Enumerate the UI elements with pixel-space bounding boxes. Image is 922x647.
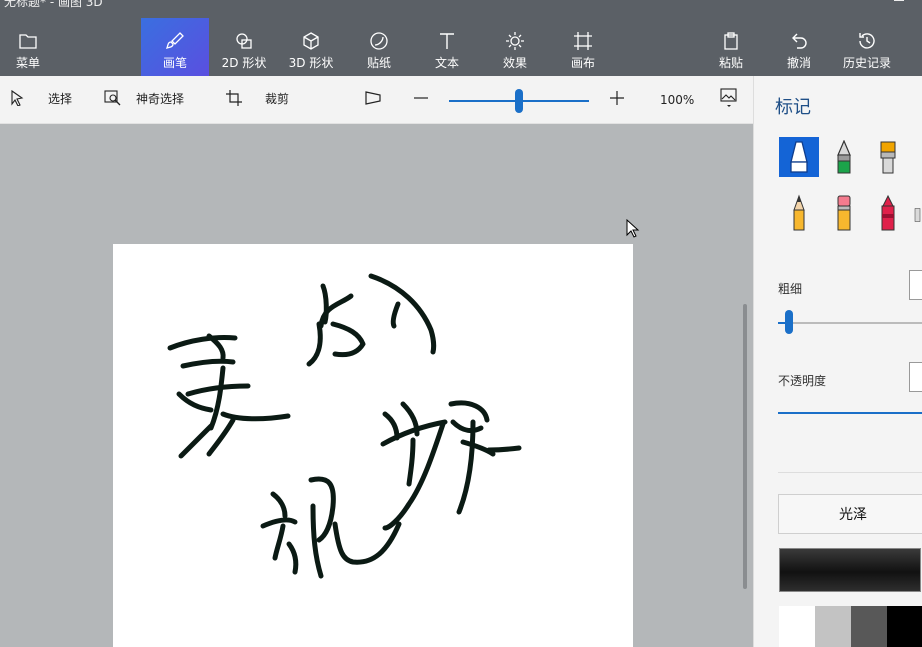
history-button[interactable]: 历史记录 xyxy=(838,18,896,76)
undo-button[interactable]: 撤消 xyxy=(774,18,824,76)
canvas-tab[interactable]: 画布 xyxy=(556,18,610,76)
zoom-value: 100% xyxy=(660,93,695,107)
image-view-button[interactable] xyxy=(720,88,752,107)
color-swatch-black[interactable] xyxy=(887,606,922,647)
handwriting-strokes xyxy=(167,273,522,579)
thickness-slider-thumb[interactable] xyxy=(785,310,793,334)
vertical-scrollbar[interactable] xyxy=(743,304,747,589)
3d-shapes-tab[interactable]: 3D 形状 xyxy=(280,18,342,76)
zoom-in-button[interactable] xyxy=(608,89,640,107)
magic-select-button[interactable]: 神奇选择 xyxy=(104,89,184,107)
cube-icon xyxy=(300,30,322,52)
minus-icon xyxy=(412,89,430,107)
canvas-label: 画布 xyxy=(570,56,595,70)
undo-label: 撤消 xyxy=(786,56,811,70)
undo-icon xyxy=(788,30,810,52)
marker-tool[interactable] xyxy=(779,137,819,177)
drawing-canvas[interactable] xyxy=(113,244,633,647)
color-swatch-light-gray[interactable] xyxy=(815,606,851,647)
pencil-icon xyxy=(793,194,805,231)
pixel-pen-icon xyxy=(914,208,921,222)
eraser-icon xyxy=(837,195,851,231)
brush-icon xyxy=(164,30,186,52)
clipboard-icon xyxy=(720,30,742,52)
2d-shapes-label: 2D 形状 xyxy=(221,56,267,70)
history-label: 历史记录 xyxy=(842,56,891,70)
opacity-label: 不透明度 xyxy=(778,374,827,388)
window-title: 无标题* - 画图 3D xyxy=(4,0,103,9)
3d-shapes-label: 3D 形状 xyxy=(288,56,334,70)
pointer-icon xyxy=(8,89,26,107)
pencil-tool[interactable] xyxy=(779,193,819,233)
stickers-tab[interactable]: 贴纸 xyxy=(350,18,408,76)
calligraphy-pen-icon xyxy=(837,140,851,174)
brush-panel: 标记 粗细 不透明度 光泽 xyxy=(753,76,922,647)
effects-tab[interactable]: 效果 xyxy=(488,18,542,76)
view-3d-button[interactable] xyxy=(364,89,396,107)
sticker-icon xyxy=(368,30,390,52)
ribbon: 无标题* - 画图 3D 菜单 画笔 2D 形状 3D 形状 贴纸 文本 效果 … xyxy=(0,0,922,76)
color-swatch-dark-gray[interactable] xyxy=(851,606,887,647)
oil-brush-icon xyxy=(880,141,896,174)
history-icon xyxy=(856,30,878,52)
calligraphy-pen-tool[interactable] xyxy=(824,137,864,177)
oil-brush-tool[interactable] xyxy=(868,137,908,177)
crop-button[interactable]: 裁剪 xyxy=(225,89,289,107)
crayon-icon xyxy=(881,194,895,231)
select-button[interactable]: 选择 xyxy=(8,89,72,107)
minimize-icon[interactable] xyxy=(894,0,904,1)
2d-shapes-icon xyxy=(233,30,255,52)
plus-icon xyxy=(608,89,626,107)
more-tool-partial[interactable] xyxy=(912,193,922,233)
workspace xyxy=(0,124,753,647)
crop-label: 裁剪 xyxy=(265,91,290,106)
mouse-cursor-icon xyxy=(626,218,640,243)
eraser-tool[interactable] xyxy=(824,193,864,233)
2d-shapes-tab[interactable]: 2D 形状 xyxy=(212,18,276,76)
text-tab[interactable]: 文本 xyxy=(420,18,474,76)
crop-icon xyxy=(225,89,243,107)
panel-title: 标记 xyxy=(775,97,811,118)
panel-divider xyxy=(778,472,922,473)
menu-label: 菜单 xyxy=(15,56,40,70)
image-icon xyxy=(720,88,738,107)
finish-button[interactable]: 光泽 xyxy=(778,494,922,534)
thickness-label: 粗细 xyxy=(778,282,803,296)
perspective-icon xyxy=(364,89,382,107)
paste-button[interactable]: 粘贴 xyxy=(706,18,756,76)
brushes-label: 画笔 xyxy=(162,56,187,70)
text-label: 文本 xyxy=(434,56,459,70)
stickers-label: 贴纸 xyxy=(366,56,391,70)
marker-icon xyxy=(790,141,808,173)
folder-icon xyxy=(17,30,39,52)
thickness-input[interactable] xyxy=(909,270,922,300)
zoom-out-button[interactable] xyxy=(412,89,444,107)
toolbar: 选择 神奇选择 裁剪 100% xyxy=(0,76,753,124)
crayon-tool[interactable] xyxy=(868,193,908,233)
paste-label: 粘贴 xyxy=(718,56,743,70)
magic-select-label: 神奇选择 xyxy=(136,91,185,106)
menu-button[interactable]: 菜单 xyxy=(0,18,56,76)
opacity-input[interactable] xyxy=(909,362,922,392)
crop-frame-icon xyxy=(572,30,594,52)
finish-preview[interactable] xyxy=(779,548,921,592)
effects-label: 效果 xyxy=(502,56,527,70)
sun-icon xyxy=(504,30,526,52)
thickness-slider-track[interactable] xyxy=(778,322,922,324)
select-label: 选择 xyxy=(48,91,73,106)
opacity-slider[interactable] xyxy=(778,412,922,414)
magic-select-icon xyxy=(104,89,122,107)
zoom-slider-thumb[interactable] xyxy=(515,89,523,113)
color-swatch-white[interactable] xyxy=(779,606,815,647)
brushes-tab[interactable]: 画笔 xyxy=(141,18,209,76)
text-icon xyxy=(436,30,458,52)
